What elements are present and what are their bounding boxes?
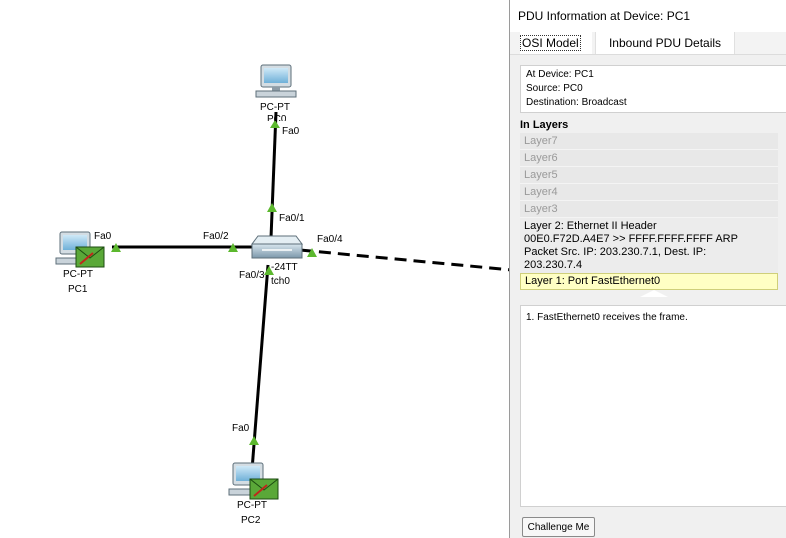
pc2-name-label: PC2	[241, 515, 261, 526]
destination-text: Destination: Broadcast	[526, 97, 627, 108]
pc2-port-label: Fa0	[232, 423, 250, 434]
switch-port-fa0-3-label: Fa0/3	[239, 270, 265, 281]
layer-description-box: 1. FastEthernet0 receives the frame.	[520, 305, 786, 507]
description-text: 1. FastEthernet0 receives the frame.	[526, 312, 688, 323]
pc0-type-label: PC-PT	[260, 102, 290, 113]
envelope-icon[interactable]	[249, 478, 279, 500]
pc2-type-label: PC-PT	[237, 500, 267, 511]
pc0-name-label: PC0	[267, 114, 287, 121]
source-text: Source: PC0	[526, 83, 583, 94]
layer-7-item[interactable]: Layer7	[520, 133, 778, 150]
osi-model-panel: At Device: PC1 Source: PC0 Destination: …	[510, 55, 786, 538]
challenge-me-button[interactable]: Challenge Me	[522, 517, 595, 537]
collapse-arrow-icon[interactable]	[640, 290, 668, 297]
link-switch-external[interactable]	[299, 248, 513, 272]
link-pc0-switch[interactable]	[269, 111, 278, 239]
switch-type-label: -24TT	[271, 262, 298, 273]
layer-5-item[interactable]: Layer5	[520, 167, 778, 184]
layer-4-item[interactable]: Layer4	[520, 184, 778, 201]
tab-osi-model[interactable]: OSI Model	[520, 32, 592, 54]
in-layers-heading: In Layers	[520, 119, 569, 131]
switch-port-fa0-1-label: Fa0/1	[279, 213, 305, 224]
port-indicator-pc0-fa0	[270, 120, 280, 128]
pc1-port-label: Fa0	[94, 231, 112, 242]
switch-port-fa0-4-label: Fa0/4	[317, 234, 343, 245]
layer-2-item[interactable]: Layer 2: Ethernet II Header 00E0.F72D.A4…	[520, 218, 778, 273]
pdu-info-window: PDU Information at Device: PC1 OSI Model…	[509, 0, 786, 538]
device-info-box: At Device: PC1 Source: PC0 Destination: …	[520, 65, 786, 113]
layer-2-ip: Packet Src. IP: 203.230.7.1, Dest. IP:	[524, 246, 707, 258]
port-indicator-switch-fa0-1	[267, 203, 277, 212]
pc0-port-label: Fa0	[282, 126, 300, 137]
layers-list: Layer7 Layer6 Layer5 Layer4 Layer3 Layer…	[520, 133, 778, 290]
envelope-icon[interactable]	[75, 246, 105, 268]
switch-icon[interactable]	[251, 235, 303, 259]
layer-6-item[interactable]: Layer6	[520, 150, 778, 167]
pc0-icon[interactable]	[255, 64, 297, 98]
tab-osi-model-label: OSI Model	[520, 35, 581, 51]
port-indicator-pc2-fa0	[249, 436, 259, 445]
tab-bar: OSI Model Inbound PDU Details	[510, 32, 786, 55]
switch-port-fa0-2-label: Fa0/2	[203, 231, 229, 242]
window-title: PDU Information at Device: PC1	[518, 9, 691, 23]
pc1-type-label: PC-PT	[63, 269, 93, 280]
layer-2-ip-dest: 203.230.7.4	[524, 259, 583, 271]
layer-2-header: Layer 2: Ethernet II Header	[524, 220, 657, 232]
at-device-text: At Device: PC1	[526, 69, 594, 80]
pc1-name-label: PC1	[68, 284, 88, 295]
tab-inbound-pdu-details[interactable]: Inbound PDU Details	[595, 32, 735, 54]
layer-2-mac: 00E0.F72D.A4E7 >> FFFF.FFFF.FFFF ARP	[524, 233, 738, 245]
layer-3-item[interactable]: Layer3	[520, 201, 778, 218]
switch-name-label: tch0	[271, 276, 290, 287]
layer-1-item[interactable]: Layer 1: Port FastEthernet0	[520, 273, 778, 290]
